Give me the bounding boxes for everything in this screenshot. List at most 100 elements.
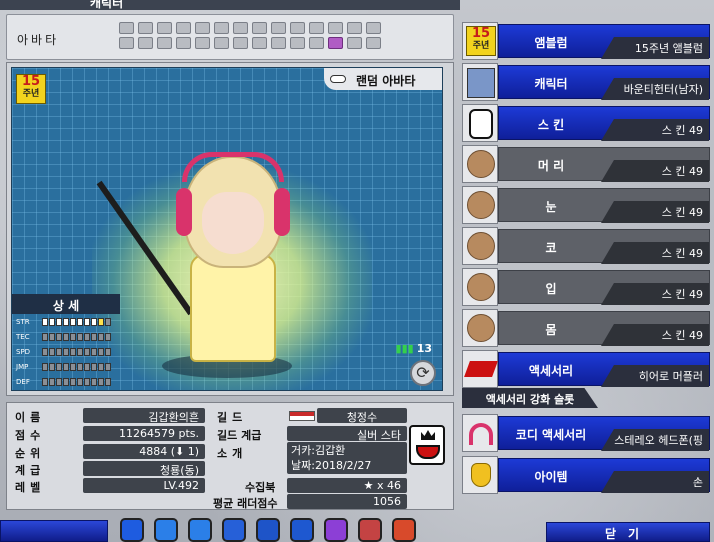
avatar-slot[interactable]	[252, 22, 267, 34]
avatar-slot[interactable]	[119, 22, 134, 34]
intro-label: 소개	[217, 447, 248, 460]
guild-rank-value: 실버 스타	[287, 426, 407, 442]
avatar-slot[interactable]	[214, 22, 229, 34]
avatar-slot[interactable]	[290, 22, 305, 34]
bottom-menu-icon[interactable]	[222, 518, 246, 542]
equipment-category: 코	[545, 241, 557, 255]
stat-label: DEF	[16, 378, 30, 386]
stat-bar	[42, 378, 111, 386]
character-preview-canvas: 15 주년 랜덤 아바타 상 세 STR TEC SPD JMP DEF ▮▮▮ 13 ⟳	[11, 67, 443, 391]
player-info-panel: 이름 김갑환의흔 점수 11264579 pts. 순위 4884 (⬇ 1) …	[6, 402, 454, 510]
intro-line-2: 날짜:2018/2/27	[291, 459, 372, 472]
stat-bar	[42, 363, 111, 371]
stat-bar	[42, 318, 111, 326]
avatar-slot[interactable]	[328, 22, 343, 34]
close-button[interactable]: 닫기	[546, 522, 710, 542]
avatar-slot[interactable]	[195, 22, 210, 34]
score-label: 점수	[15, 429, 46, 442]
avatar-slot[interactable]	[347, 37, 362, 49]
stat-label: TEC	[16, 333, 30, 341]
accessory-icon	[462, 350, 498, 388]
equipment-row[interactable]: 코디 액세서리 스테레오 헤드폰(핑크)	[462, 414, 710, 452]
equipment-row[interactable]: 스 킨 스 킨 49	[462, 104, 710, 142]
avatar-slot[interactable]	[290, 37, 305, 49]
equipment-category: 액세서리	[528, 364, 574, 378]
avatar-slot[interactable]	[233, 37, 248, 49]
avatar-slot[interactable]	[271, 37, 286, 49]
class-label: 계급	[15, 464, 46, 477]
equipment-category: 코디 액세서리	[515, 428, 587, 442]
bottom-menu-icon[interactable]	[154, 518, 178, 542]
bottom-menu-icon[interactable]	[392, 518, 416, 542]
avatar-slot[interactable]	[328, 37, 343, 49]
avatar-slot[interactable]	[271, 22, 286, 34]
connection-indicator: ▮▮▮ 13	[396, 342, 432, 355]
avatar-slot[interactable]	[214, 37, 229, 49]
avatar-slot[interactable]	[309, 22, 324, 34]
bottom-menu-icon[interactable]	[120, 518, 144, 542]
bottom-menu-icon[interactable]	[324, 518, 348, 542]
avatar-slot[interactable]	[138, 37, 153, 49]
collection-label: 수집북	[245, 481, 276, 494]
avatar-slot[interactable]	[309, 37, 324, 49]
rank-label: 순위	[15, 447, 46, 460]
equipment-row[interactable]: 코 스 킨 49	[462, 227, 710, 265]
avatar-slot[interactable]	[195, 37, 210, 49]
score-value: 11264579 pts.	[83, 426, 205, 441]
character-preview-frame: 15 주년 랜덤 아바타 상 세 STR TEC SPD JMP DEF ▮▮▮ 13 ⟳	[6, 62, 454, 396]
bottom-menu-icon[interactable]	[358, 518, 382, 542]
equipment-category: 아이템	[534, 470, 568, 484]
equipment-category: 몸	[545, 323, 557, 337]
equipment-row[interactable]: 액세서리 히어로 머플러	[462, 350, 710, 388]
equipment-value: 스 킨 49	[601, 119, 709, 141]
accessory-enhance-slot[interactable]: 액세서리 강화 슬롯	[462, 388, 598, 408]
equipment-category: 스 킨	[537, 118, 565, 132]
equipment-value: 손	[601, 471, 709, 493]
random-avatar-toggle[interactable]: 랜덤 아바타	[324, 68, 442, 90]
guild-value[interactable]: 청정수	[317, 408, 407, 424]
equipment-value: 스 킨 49	[601, 160, 709, 182]
avatar-slot[interactable]	[157, 22, 172, 34]
equipment-row[interactable]: 15 주년 앰블럼 15주년 앰블럼	[462, 22, 710, 60]
rotate-view-icon[interactable]: ⟳	[410, 360, 436, 386]
equipment-row[interactable]: 몸 스 킨 49	[462, 309, 710, 347]
avatar-slot[interactable]	[366, 22, 381, 34]
avatar-slot[interactable]	[347, 22, 362, 34]
detail-stats-header[interactable]: 상 세	[12, 294, 120, 314]
name-value: 김갑환의흔	[83, 408, 205, 424]
intro-memo: 거카:김갑환 날짜:2018/2/27	[287, 442, 407, 474]
avatar-slot[interactable]	[176, 22, 191, 34]
random-avatar-label: 랜덤 아바타	[356, 74, 416, 88]
equipment-category: 앰블럼	[534, 36, 568, 50]
equipment-row[interactable]: 아이템 손	[462, 456, 710, 494]
equipment-value: 스 킨 49	[601, 324, 709, 346]
avatar-slot[interactable]	[366, 37, 381, 49]
avatar-slot[interactable]	[252, 37, 267, 49]
equipment-value: 히어로 머플러	[601, 365, 709, 387]
character-body	[190, 254, 276, 362]
equipment-value: 스 킨 49	[601, 283, 709, 305]
bottom-menu-icon[interactable]	[290, 518, 314, 542]
avatar-slot[interactable]	[119, 37, 134, 49]
equipment-row[interactable]: 캐릭터 바운티헌터(남자)	[462, 63, 710, 101]
eyes-icon	[462, 186, 498, 224]
bottom-left-tab[interactable]	[0, 520, 108, 542]
equipment-row[interactable]: 입 스 킨 49	[462, 268, 710, 306]
intro-line-1: 거카:김갑환	[291, 444, 346, 457]
equipment-value: 스테레오 헤드폰(핑크)	[601, 429, 709, 451]
equipment-category: 머 리	[537, 159, 565, 173]
bottom-menu-icon[interactable]	[256, 518, 280, 542]
ladder-value: 1056	[287, 494, 407, 509]
avatar-slot[interactable]	[176, 37, 191, 49]
avatar-slot-bar: 아바타	[6, 14, 454, 60]
avatar-slot[interactable]	[138, 22, 153, 34]
avatar-slot[interactable]	[233, 22, 248, 34]
level-label: 레벨	[15, 481, 46, 494]
equipment-row[interactable]: 머 리 스 킨 49	[462, 145, 710, 183]
guild-label: 길드	[217, 411, 248, 424]
ladder-label: 평균 래더점수	[213, 497, 278, 510]
stat-label: JMP	[16, 363, 29, 371]
equipment-row[interactable]: 눈 스 킨 49	[462, 186, 710, 224]
bottom-menu-icon[interactable]	[188, 518, 212, 542]
avatar-slot[interactable]	[157, 37, 172, 49]
